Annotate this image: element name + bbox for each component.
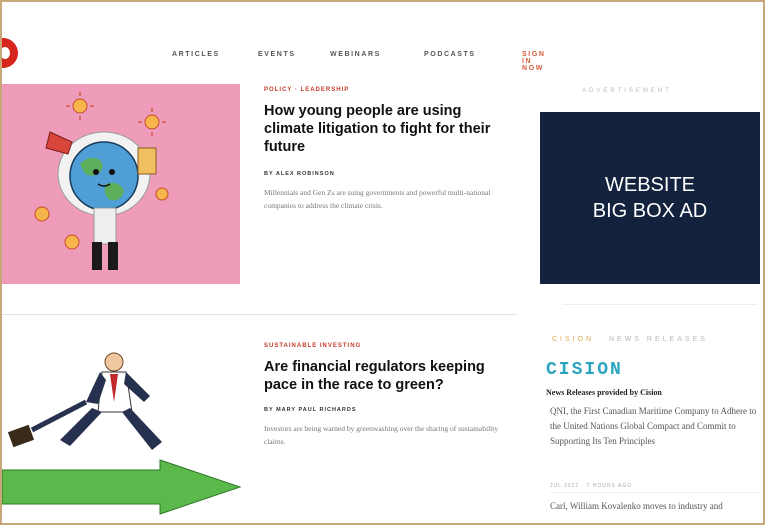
nav-item-articles[interactable]: ARTICLES (172, 51, 220, 58)
nav-item-webinars[interactable]: WEBINARS (330, 51, 381, 58)
top-navigation: ARTICLES EVENTS WEBINARS PODCASTS SIGN I… (2, 2, 763, 90)
news-release-link[interactable]: Carl, William Kovalenko moves to industr… (550, 499, 763, 514)
article-byline: BY ALEX ROBINSON (264, 171, 335, 177)
nav-item-events[interactable]: EVENTS (258, 51, 296, 58)
article-summary: Investors are being warned by greenwashi… (264, 424, 499, 446)
newswire-label: CISION NEWS RELEASES (552, 336, 708, 343)
cision-provided-by: News Releases provided by Cision (546, 388, 662, 397)
nav-item-podcasts[interactable]: PODCASTS (424, 51, 476, 58)
newswire-label-suffix: NEWS RELEASES (608, 336, 708, 343)
article-illustration-runner[interactable] (2, 342, 242, 523)
news-release-date: JUL 2022 · 7 hours ago (550, 483, 633, 489)
ad-line-1: WEBSITE (604, 174, 695, 196)
article-summary: Millennials and Gen Zs are suing governm… (264, 188, 491, 210)
site-logo-icon[interactable] (2, 38, 18, 68)
ad-line-2: BIG BOX AD (592, 200, 708, 222)
release-divider (550, 492, 760, 493)
newswire-label-prefix: CISION (552, 336, 595, 343)
article-kicker[interactable]: SUSTAINABLE INVESTING (264, 343, 361, 349)
article-divider (2, 314, 517, 315)
nav-item-sign-in[interactable]: SIGN IN NOW (522, 51, 546, 72)
globe-character-illustration (34, 92, 169, 270)
page-frame: ARTICLES EVENTS WEBINARS PODCASTS SIGN I… (0, 0, 765, 525)
sidebar-divider (562, 304, 757, 305)
news-release-link[interactable]: QNI, the First Canadian Maritime Company… (550, 404, 763, 449)
ad-text: WEBSITE BIG BOX AD (593, 172, 707, 224)
article-illustration-globe[interactable] (2, 84, 240, 284)
cision-logo[interactable]: CISION (546, 360, 623, 380)
big-box-ad[interactable]: WEBSITE BIG BOX AD (540, 112, 760, 284)
article-title[interactable]: Are financial regulators keeping pace in… (264, 358, 514, 394)
article-title[interactable]: How young people are using climate litig… (264, 102, 514, 156)
article-byline: BY MARY PAUL RICHARDS (264, 407, 357, 413)
running-businessman-illustration (2, 352, 242, 515)
article-kicker[interactable]: POLICY · LEADERSHIP (264, 87, 349, 93)
advertisement-label: ADVERTISEMENT (582, 88, 672, 94)
